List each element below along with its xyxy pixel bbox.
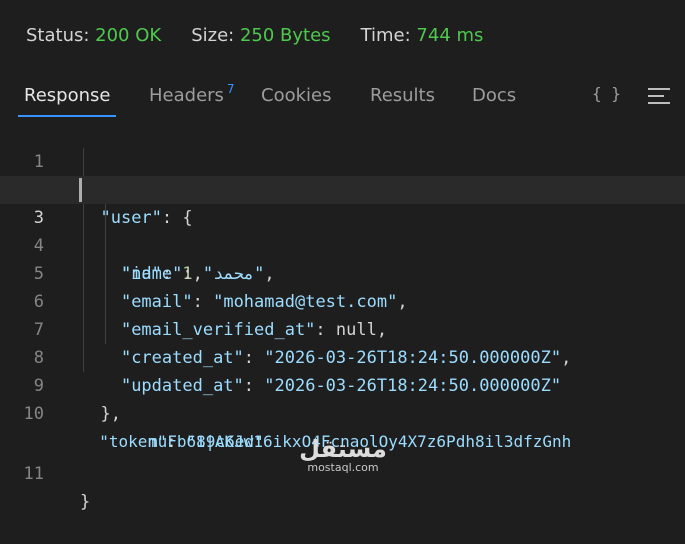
tab-docs[interactable]: Docs — [472, 78, 516, 116]
code-line-wrapped: muFb689c6ed" — [0, 400, 685, 451]
status-group: Status: 200 OK — [26, 25, 161, 46]
tab-cookies[interactable]: Cookies — [261, 78, 331, 116]
code-line: 9 }, — [0, 344, 685, 424]
tab-headers-label: Headers — [149, 85, 224, 106]
status-value: 200 OK — [95, 24, 162, 46]
code-line: 6 "email_verified_at": null, — [0, 260, 685, 340]
headers-count-badge: 7 — [226, 82, 235, 96]
time-value: 744 ms — [416, 24, 484, 46]
code-line-current: 3 "id": 1, — [0, 176, 685, 284]
code-line: 2 "user": { — [0, 148, 685, 228]
response-tabs: Response Headers 7 Cookies Results Docs — [0, 78, 685, 118]
active-tab-indicator — [18, 115, 116, 117]
code-line: 8 "updated_at": "2026-03-26T18:24:50.000… — [0, 316, 685, 396]
response-status-bar: Status: 200 OK Size: 250 Bytes Time: 744… — [26, 22, 513, 48]
tab-results[interactable]: Results — [370, 78, 435, 116]
size-label: Size: — [191, 24, 235, 46]
time-label: Time: — [360, 24, 411, 46]
code-line: 7 "created_at": "2026-03-26T18:24:50.000… — [0, 288, 685, 368]
watermark-arabic: مستقل — [299, 435, 387, 463]
code-line: 5 "email": "mohamad@test.com", — [0, 232, 685, 312]
size-value: 250 Bytes — [239, 24, 331, 46]
line-number: 11 — [23, 464, 44, 484]
menu-icon[interactable] — [648, 88, 670, 104]
tab-response[interactable]: Response — [24, 78, 110, 116]
code-line: 1 { — [0, 120, 685, 200]
watermark-latin: mostaql.com — [307, 461, 379, 474]
code-line: 4 "name": "محمد", — [0, 204, 685, 284]
mostaql-watermark: مستقل mostaql.com — [298, 436, 388, 474]
brace: } — [80, 492, 91, 512]
tab-headers[interactable]: Headers 7 — [149, 78, 235, 116]
format-json-icon[interactable]: { } — [592, 84, 621, 103]
time-group: Time: 744 ms — [361, 25, 484, 46]
size-group: Size: 250 Bytes — [191, 25, 330, 46]
code-line: 10 "token": "1|AKJw16ikxO4FcnaolOy4X7z6P… — [0, 372, 685, 451]
text-cursor — [79, 178, 82, 202]
status-label: Status: — [26, 24, 90, 46]
